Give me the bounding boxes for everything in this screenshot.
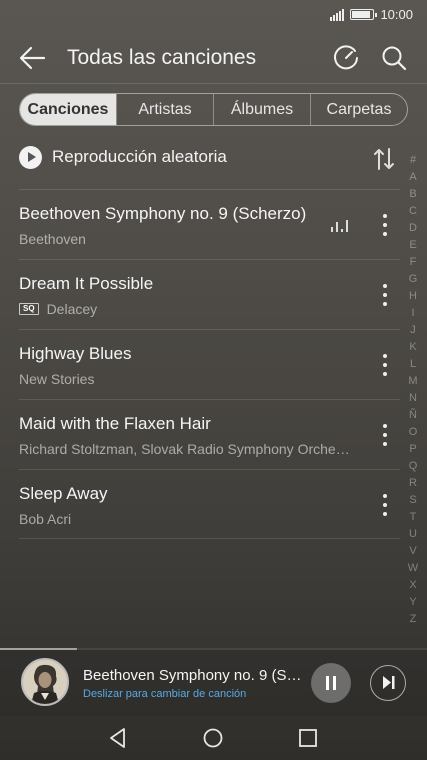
- now-playing-equalizer-icon: [331, 220, 348, 232]
- mini-player[interactable]: Beethoven Symphony no. 9 (S… Deslizar pa…: [0, 650, 427, 716]
- song-artist-row: Beethoven: [19, 231, 371, 247]
- pause-button[interactable]: [311, 663, 351, 703]
- tab-canciones[interactable]: Canciones: [20, 94, 116, 125]
- page-title: Todas las canciones: [67, 46, 257, 69]
- tab-albumes[interactable]: Álbumes: [213, 94, 310, 125]
- song-item[interactable]: Beethoven Symphony no. 9 (Scherzo) Beeth…: [19, 189, 400, 259]
- alphabet-index-letter[interactable]: N: [404, 390, 422, 407]
- song-item[interactable]: Maid with the Flaxen Hair Richard Stoltz…: [19, 399, 400, 469]
- back-arrow-icon[interactable]: [18, 44, 48, 72]
- alphabet-index-letter[interactable]: Ñ: [404, 407, 422, 424]
- swipe-hint: Deslizar para cambiar de canción: [83, 688, 247, 700]
- album-art[interactable]: [21, 658, 69, 706]
- song-title: Highway Blues: [19, 344, 132, 363]
- nav-recents-icon[interactable]: [296, 726, 320, 750]
- tab-carpetas[interactable]: Carpetas: [310, 94, 407, 125]
- song-title: Beethoven Symphony no. 9 (Scherzo): [19, 204, 307, 223]
- alphabet-index-letter[interactable]: J: [404, 322, 422, 339]
- alphabet-index-letter[interactable]: #: [404, 152, 422, 169]
- song-artist-row: New Stories: [19, 371, 371, 387]
- song-artist: Delacey: [46, 301, 98, 317]
- song-artist-row: SQ Delacey: [19, 301, 371, 317]
- tab-bar: Canciones Artistas Álbumes Carpetas: [19, 93, 408, 126]
- song-title: Sleep Away: [19, 484, 108, 503]
- battery-icon: [350, 9, 378, 20]
- status-bar: 10:00: [0, 0, 427, 30]
- next-track-button[interactable]: [370, 665, 406, 701]
- alphabet-index-letter[interactable]: D: [404, 220, 422, 237]
- alphabet-index-letter[interactable]: M: [404, 373, 422, 390]
- status-right: 10:00: [330, 7, 413, 22]
- alphabet-index-letter[interactable]: Z: [404, 611, 422, 628]
- timer-icon[interactable]: [331, 43, 361, 73]
- song-artist-row: Richard Stoltzman, Slovak Radio Symphony…: [19, 441, 371, 457]
- song-artist: Bob Acri: [19, 511, 72, 527]
- alphabet-index-letter[interactable]: W: [404, 560, 422, 577]
- alphabet-index-letter[interactable]: T: [404, 509, 422, 526]
- alphabet-index-letter[interactable]: F: [404, 254, 422, 271]
- alphabet-index-letter[interactable]: K: [404, 339, 422, 356]
- alphabet-index-letter[interactable]: X: [404, 577, 422, 594]
- shuffle-label: Reproducción aleatoria: [52, 147, 227, 166]
- alphabet-index-letter[interactable]: Q: [404, 458, 422, 475]
- more-options-icon[interactable]: [382, 424, 388, 446]
- song-title: Dream It Possible: [19, 274, 154, 293]
- header-divider: [0, 83, 427, 84]
- now-playing-title: Beethoven Symphony no. 9 (S…: [83, 667, 302, 684]
- alphabet-index-letter[interactable]: A: [404, 169, 422, 186]
- alphabet-index-letter[interactable]: B: [404, 186, 422, 203]
- song-artist: Beethoven: [19, 231, 86, 247]
- sort-icon[interactable]: [373, 147, 395, 171]
- alphabet-index-letter[interactable]: H: [404, 288, 422, 305]
- alphabet-index-letter[interactable]: E: [404, 237, 422, 254]
- song-title: Maid with the Flaxen Hair: [19, 414, 211, 433]
- alphabet-index-letter[interactable]: U: [404, 526, 422, 543]
- alphabet-index-letter[interactable]: L: [404, 356, 422, 373]
- alphabet-index[interactable]: # A B C D E F G H I J K L M N Ñ O P Q R S T U V W X Y Z: [404, 152, 422, 628]
- alphabet-index-letter[interactable]: V: [404, 543, 422, 560]
- shuffle-all-button[interactable]: Reproducción aleatoria: [19, 138, 399, 176]
- nav-back-icon[interactable]: [106, 726, 130, 750]
- song-artist-row: Bob Acri: [19, 511, 371, 527]
- song-artist: New Stories: [19, 371, 95, 387]
- song-list: Beethoven Symphony no. 9 (Scherzo) Beeth…: [19, 189, 400, 539]
- signal-icon: [330, 8, 345, 21]
- nav-home-icon[interactable]: [201, 726, 225, 750]
- alphabet-index-letter[interactable]: C: [404, 203, 422, 220]
- more-options-icon[interactable]: [382, 354, 388, 376]
- tab-artistas[interactable]: Artistas: [116, 94, 213, 125]
- alphabet-index-letter[interactable]: G: [404, 271, 422, 288]
- alphabet-index-letter[interactable]: I: [404, 305, 422, 322]
- app-bar: Todas las canciones: [0, 36, 427, 80]
- song-item[interactable]: Dream It Possible SQ Delacey: [19, 259, 400, 329]
- sq-badge: SQ: [19, 303, 39, 315]
- system-nav-bar: [0, 716, 427, 760]
- song-artist: Richard Stoltzman, Slovak Radio Symphony…: [19, 441, 350, 457]
- more-options-icon[interactable]: [382, 214, 388, 236]
- song-item[interactable]: Sleep Away Bob Acri: [19, 469, 400, 539]
- song-item[interactable]: Highway Blues New Stories: [19, 329, 400, 399]
- clock: 10:00: [380, 7, 413, 22]
- alphabet-index-letter[interactable]: Y: [404, 594, 422, 611]
- alphabet-index-letter[interactable]: R: [404, 475, 422, 492]
- alphabet-index-letter[interactable]: P: [404, 441, 422, 458]
- alphabet-index-letter[interactable]: O: [404, 424, 422, 441]
- battery-fill: [352, 11, 371, 18]
- more-options-icon[interactable]: [382, 494, 388, 516]
- play-icon: [19, 145, 42, 169]
- more-options-icon[interactable]: [382, 284, 388, 306]
- search-icon[interactable]: [379, 43, 409, 73]
- alphabet-index-letter[interactable]: S: [404, 492, 422, 509]
